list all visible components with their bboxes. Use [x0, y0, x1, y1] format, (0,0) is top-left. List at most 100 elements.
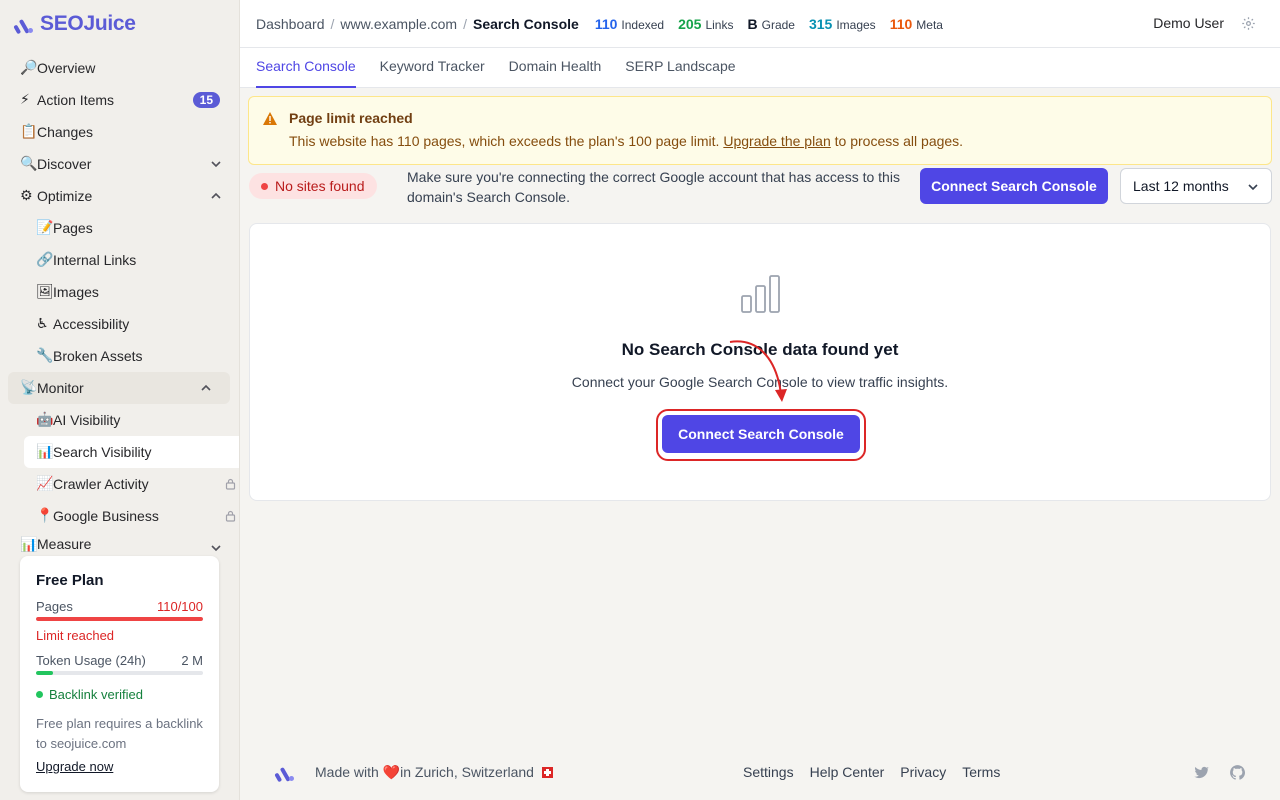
alert-text: to process all pages. — [830, 133, 964, 149]
sidebar-item-monitor[interactable]: 📡 Monitor — [8, 372, 230, 404]
sidebar-emoji-icon: 📡 — [20, 380, 38, 396]
footer-link-terms[interactable]: Terms — [962, 764, 1000, 780]
footer-link-settings[interactable]: Settings — [743, 764, 794, 780]
logo-icon[interactable] — [272, 760, 298, 784]
sidebar-item-search-visibility[interactable]: 📊 Search Visibility — [24, 436, 239, 468]
sidebar-nav: 🔎 Overview ⚡ Action Items 15 📋 Changes 🔍 Discove… — [8, 52, 239, 552]
footer-link-privacy[interactable]: Privacy — [900, 764, 946, 780]
breadcrumb-separator: / — [330, 15, 335, 32]
footer: Made with ❤️in Zurich, Switzerland Setti… — [240, 752, 1280, 792]
sidebar-emoji-icon: ⚡ — [20, 92, 30, 108]
sidebar-item-changes[interactable]: 📋 Changes — [8, 116, 239, 148]
sidebar-emoji-icon: 📍 — [36, 508, 54, 524]
sidebar-item-label: Images — [53, 284, 99, 300]
plan-note: Free plan requires a backlink to seojuic… — [36, 716, 203, 751]
sidebar-item-ai-visibility[interactable]: 🤖 AI Visibility — [8, 404, 239, 436]
sidebar-emoji-icon: ♿ — [36, 316, 49, 332]
sidebar-item-overview[interactable]: 🔎 Overview — [8, 52, 239, 84]
status-dot-icon — [36, 691, 43, 698]
sidebar-item-discover[interactable]: 🔍 Discover — [8, 148, 239, 180]
top-bar: Dashboard / www.example.com / Search Con… — [240, 0, 1280, 48]
stat-indexed[interactable]: 110 Indexed — [595, 16, 664, 32]
no-sites-text: No sites found — [275, 178, 365, 194]
sidebar-item-images[interactable]: 🖼 Images — [8, 276, 239, 308]
sidebar: SEOJuice 🔎 Overview ⚡ Action Items 15 📋 Change… — [0, 0, 240, 800]
sidebar-item-internal-links[interactable]: 🔗 Internal Links — [8, 244, 239, 276]
sidebar-emoji-icon: 🔗 — [36, 252, 54, 268]
stat-grade[interactable]: B Grade — [747, 16, 794, 32]
stat-value: 205 — [678, 15, 702, 32]
stat-meta[interactable]: 110 Meta — [890, 16, 943, 32]
empty-state-card: No Search Console data found yet Connect… — [249, 223, 1271, 501]
sidebar-item-label: Optimize — [37, 188, 93, 204]
warning-icon — [263, 112, 277, 125]
date-range-select[interactable]: Last 12 months — [1120, 168, 1272, 204]
tab-search-console[interactable]: Search Console — [256, 48, 356, 88]
lock-icon — [225, 510, 236, 522]
made-with-text: Made with ❤️in Zurich, Switzerland — [315, 764, 553, 781]
breadcrumb-domain[interactable]: www.example.com — [340, 16, 457, 32]
stat-value: B — [747, 15, 758, 32]
sidebar-item-crawler-activity[interactable]: 📈 Crawler Activity — [8, 468, 239, 500]
chevron-down-icon — [1248, 184, 1258, 191]
sidebar-item-broken-assets[interactable]: 🔧 Broken Assets — [8, 340, 239, 372]
footer-links: Settings Help Center Privacy Terms — [743, 764, 1000, 780]
sidebar-item-label: Discover — [37, 156, 92, 172]
sidebar-item-measure[interactable]: 📊 Measure — [8, 532, 239, 552]
sidebar-emoji-icon: 📊 — [36, 444, 54, 460]
token-label: Token Usage (24h) — [36, 653, 146, 668]
breadcrumb-dashboard[interactable]: Dashboard — [256, 16, 325, 32]
sidebar-emoji-icon: 📋 — [20, 124, 38, 140]
tab-domain-health[interactable]: Domain Health — [509, 48, 602, 88]
chevron-up-icon — [201, 384, 211, 391]
lock-icon — [225, 478, 236, 490]
upgrade-now-link[interactable]: Upgrade now — [36, 759, 113, 774]
logo[interactable]: SEOJuice — [12, 10, 136, 38]
github-icon[interactable] — [1229, 764, 1246, 781]
pages-progress-bar — [36, 617, 203, 621]
plan-title: Free Plan — [36, 572, 104, 589]
connect-search-console-cta[interactable]: Connect Search Console — [662, 415, 860, 453]
sidebar-item-optimize[interactable]: ⚙ Optimize — [8, 180, 239, 212]
sidebar-item-label: Measure — [37, 536, 92, 552]
sidebar-item-accessibility[interactable]: ♿ Accessibility — [8, 308, 239, 340]
stat-links[interactable]: 205 Links — [678, 16, 733, 32]
backlink-verified-text: Backlink verified — [49, 687, 143, 702]
made-with-label: Made with — [315, 764, 383, 780]
stat-images[interactable]: 315 Images — [809, 16, 876, 32]
sidebar-item-label: Pages — [53, 220, 93, 236]
chevron-down-icon — [211, 545, 221, 552]
sidebar-item-pages[interactable]: 📝 Pages — [8, 212, 239, 244]
twitter-icon[interactable] — [1193, 764, 1210, 781]
pages-value: 110/100 — [156, 599, 203, 614]
site-stats: 110 Indexed 205 Links B Grade 315 Images 110 Meta — [595, 16, 943, 32]
tab-serp-landscape[interactable]: SERP Landscape — [625, 48, 735, 88]
sidebar-item-label: Broken Assets — [53, 348, 143, 364]
token-value: 2 M — [181, 653, 203, 668]
chevron-up-icon — [211, 192, 221, 199]
swiss-flag-icon — [541, 767, 553, 778]
upgrade-plan-link[interactable]: Upgrade the plan — [723, 133, 830, 149]
backlink-status: Backlink verified — [36, 687, 203, 702]
sidebar-item-google-business[interactable]: 📍 Google Business — [8, 500, 239, 532]
count-badge: 15 — [192, 92, 220, 108]
sidebar-item-label: Search Visibility — [53, 444, 152, 460]
footer-link-help-center[interactable]: Help Center — [810, 764, 885, 780]
sidebar-item-label: Monitor — [37, 380, 84, 396]
gear-icon[interactable] — [1241, 16, 1256, 31]
user-menu[interactable]: Demo User — [1153, 15, 1224, 31]
tab-keyword-tracker[interactable]: Keyword Tracker — [380, 48, 485, 88]
breadcrumb-separator: / — [463, 15, 467, 32]
status-dot-icon — [261, 183, 268, 190]
sidebar-item-label: AI Visibility — [53, 412, 121, 428]
chevron-down-icon — [211, 161, 221, 168]
sidebar-item-action-items[interactable]: ⚡ Action Items 15 — [8, 84, 239, 116]
stat-value: 110 — [594, 15, 618, 32]
breadcrumb-current: Search Console — [472, 15, 579, 32]
connect-hint: Make sure you're connecting the correct … — [407, 169, 900, 205]
heart-icon: ❤️ — [382, 765, 401, 781]
connect-search-console-button[interactable]: Connect Search Console — [920, 168, 1108, 204]
no-sites-badge: No sites found — [249, 173, 377, 199]
sidebar-emoji-icon: 📝 — [36, 220, 54, 236]
sidebar-emoji-icon: 📈 — [36, 476, 54, 492]
